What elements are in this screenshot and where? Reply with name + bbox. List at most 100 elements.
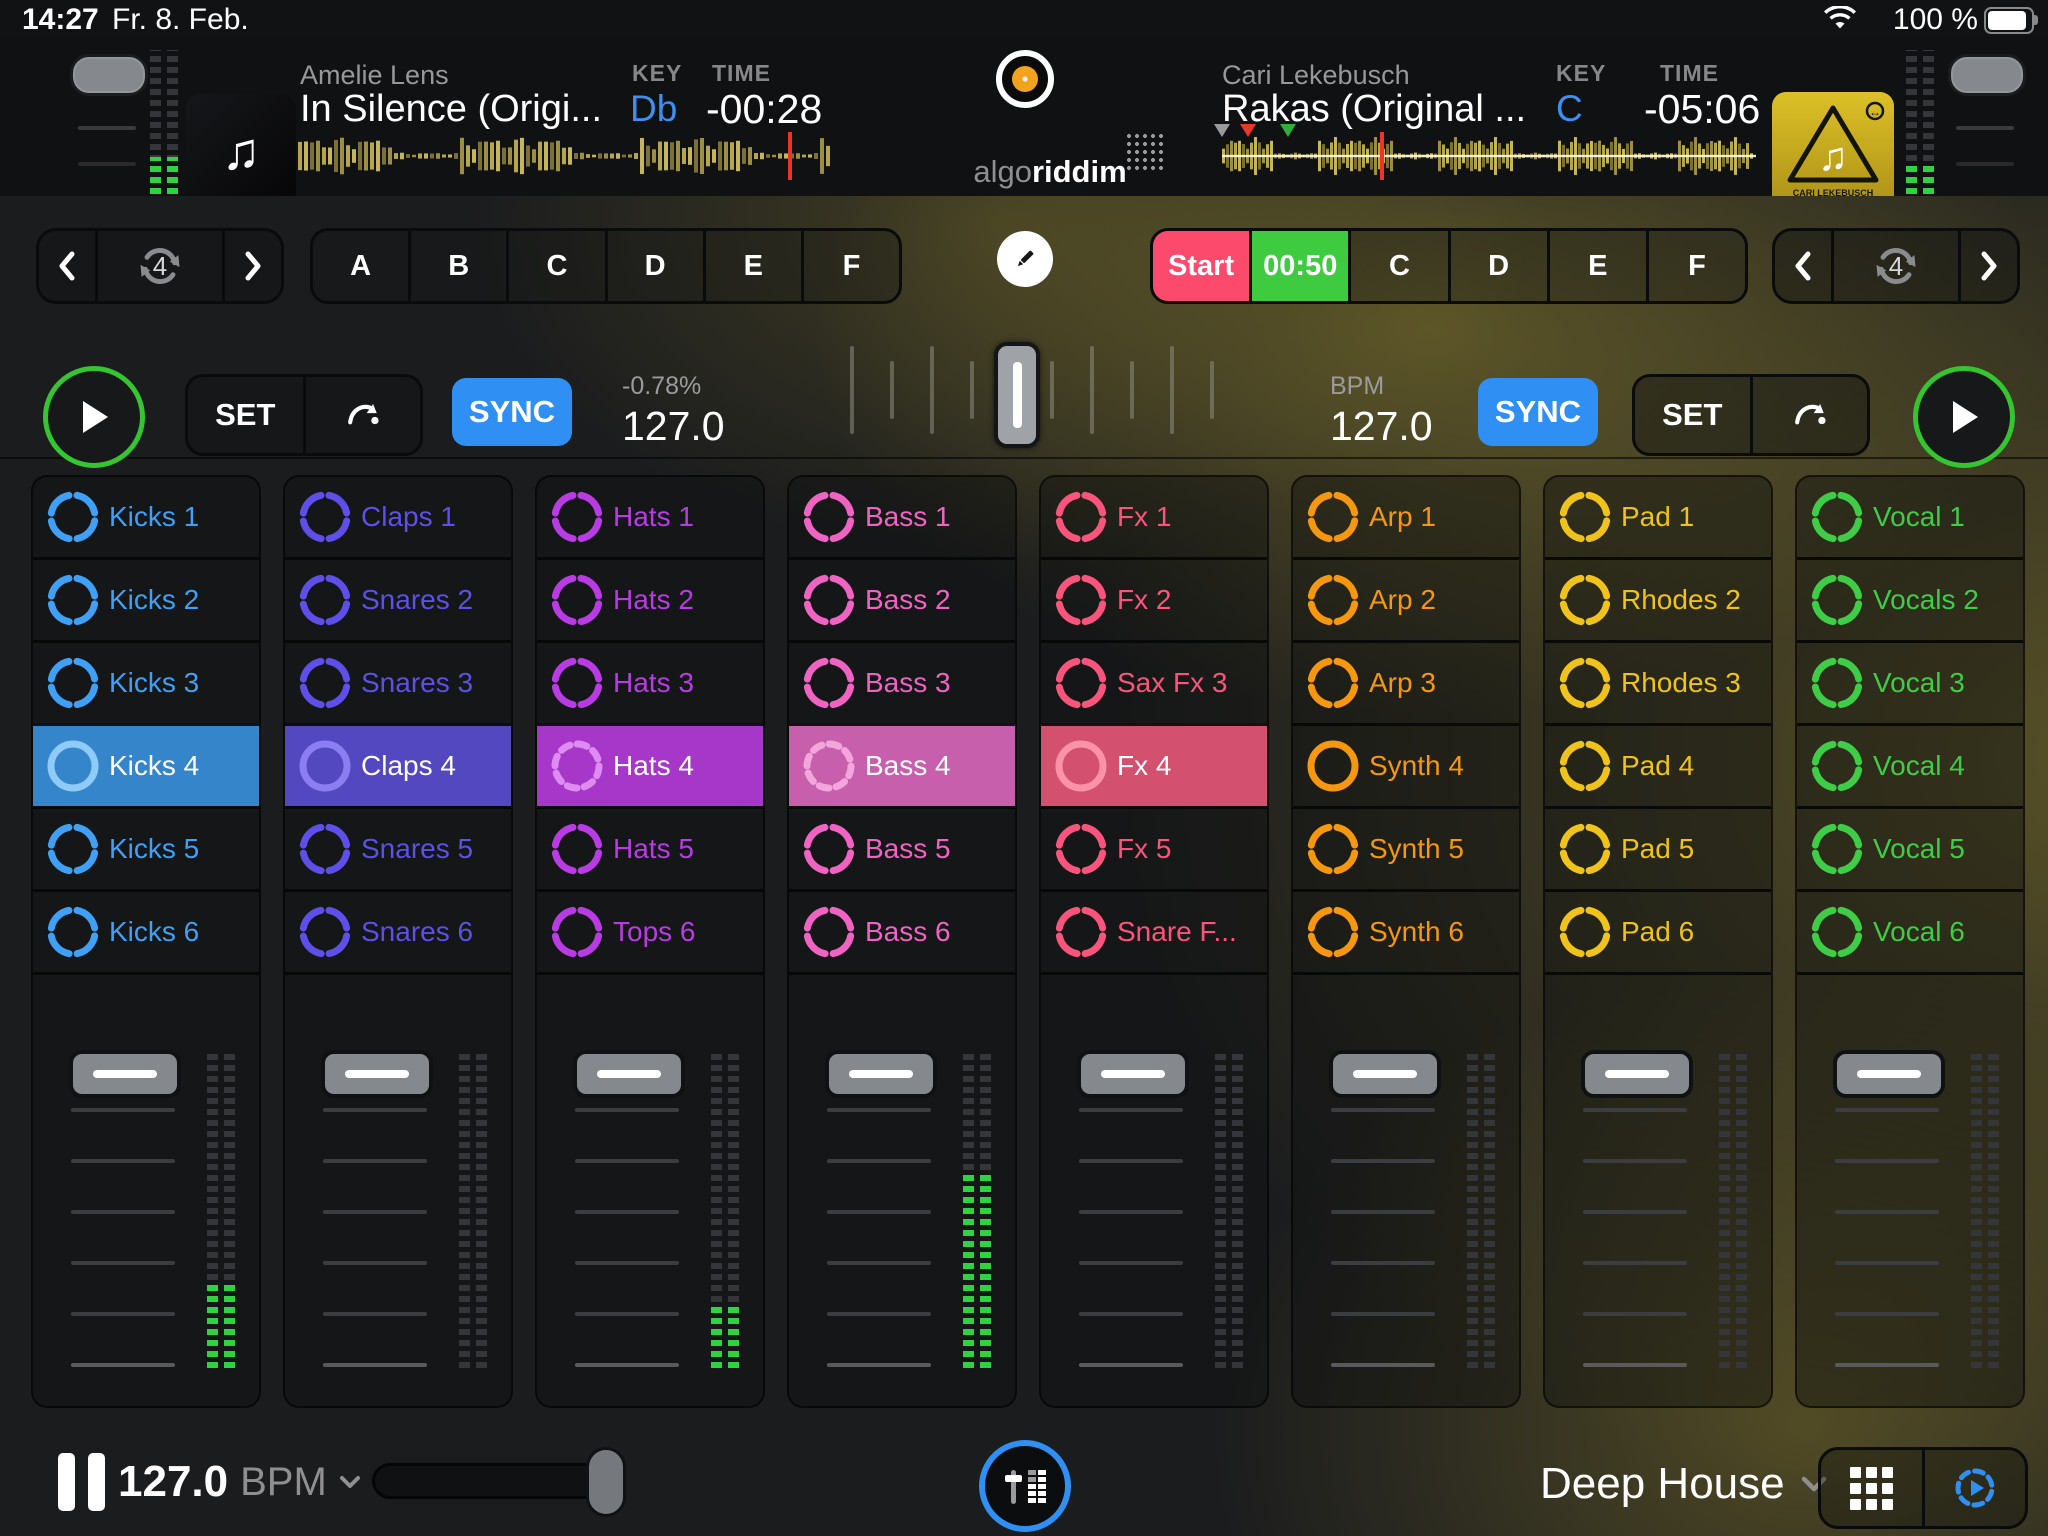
pad-vocal-5[interactable]: Vocal 5	[1797, 806, 2023, 889]
pad-tops-6[interactable]: Tops 6	[537, 889, 763, 972]
loop-halve-button[interactable]	[1775, 231, 1831, 301]
pad-fx-5[interactable]: Fx 5	[1041, 806, 1267, 889]
pause-button[interactable]	[58, 1453, 105, 1511]
column-volume-fader[interactable]	[573, 1050, 685, 1098]
pad-bass-2[interactable]: Bass 2	[789, 557, 1015, 640]
bank-button-c[interactable]: C	[506, 231, 604, 301]
vinyl-icon[interactable]	[994, 48, 1056, 110]
pad-vocal-4[interactable]: Vocal 4	[1797, 723, 2023, 806]
pad-kicks-4[interactable]: Kicks 4	[33, 723, 259, 806]
column-volume-fader[interactable]	[1329, 1050, 1441, 1098]
section-button-f[interactable]: F	[1646, 231, 1745, 301]
autoplay-button[interactable]	[1922, 1450, 2026, 1526]
mixer-toggle-button[interactable]	[979, 1440, 1071, 1532]
pad-view-button[interactable]	[1821, 1450, 1922, 1526]
pad-synth-6[interactable]: Synth 6	[1293, 889, 1519, 972]
bank-button-a[interactable]: A	[313, 231, 408, 301]
left-play-button[interactable]	[43, 366, 145, 468]
pad-claps-4[interactable]: Claps 4	[285, 723, 511, 806]
pad-snares-5[interactable]: Snares 5	[285, 806, 511, 889]
pad-rhodes-2[interactable]: Rhodes 2	[1545, 557, 1771, 640]
column-volume-fader[interactable]	[321, 1050, 433, 1098]
bank-button-b[interactable]: B	[408, 231, 506, 301]
loop-double-button[interactable]	[1958, 231, 2017, 301]
pad-bass-3[interactable]: Bass 3	[789, 640, 1015, 723]
section-button-00-50[interactable]: 00:50	[1249, 231, 1348, 301]
pad-rhodes-3[interactable]: Rhodes 3	[1545, 640, 1771, 723]
column-volume-fader[interactable]	[69, 1050, 181, 1098]
pad-snares-6[interactable]: Snares 6	[285, 889, 511, 972]
pad-vocal-1[interactable]: Vocal 1	[1797, 477, 2023, 557]
pad-pad-1[interactable]: Pad 1	[1545, 477, 1771, 557]
column-volume-fader[interactable]	[1077, 1050, 1189, 1098]
pad-label: Snares 5	[361, 833, 473, 865]
cue-jump-button[interactable]	[1750, 377, 1868, 453]
right-waveform[interactable]	[1222, 136, 1756, 176]
right-sync-button[interactable]: SYNC	[1478, 378, 1598, 446]
pad-kicks-1[interactable]: Kicks 1	[33, 477, 259, 557]
pad-hats-4[interactable]: Hats 4	[537, 723, 763, 806]
pad-snares-3[interactable]: Snares 3	[285, 640, 511, 723]
section-button-c[interactable]: C	[1348, 231, 1447, 301]
pad-fx-2[interactable]: Fx 2	[1041, 557, 1267, 640]
pad-snares-2[interactable]: Snares 2	[285, 557, 511, 640]
bank-button-f[interactable]: F	[801, 231, 899, 301]
column-volume-fader[interactable]	[1581, 1050, 1693, 1098]
edit-button[interactable]	[997, 231, 1053, 287]
pad-pad-4[interactable]: Pad 4	[1545, 723, 1771, 806]
section-button-e[interactable]: E	[1547, 231, 1646, 301]
fader-tick	[827, 1159, 931, 1163]
cue-jump-button[interactable]	[303, 377, 421, 453]
pad-bass-4[interactable]: Bass 4	[789, 723, 1015, 806]
pad-hats-3[interactable]: Hats 3	[537, 640, 763, 723]
genre-selector[interactable]: Deep House	[1540, 1459, 1827, 1509]
pad-synth-5[interactable]: Synth 5	[1293, 806, 1519, 889]
pad-pad-6[interactable]: Pad 6	[1545, 889, 1771, 972]
pad-kicks-2[interactable]: Kicks 2	[33, 557, 259, 640]
pad-kicks-5[interactable]: Kicks 5	[33, 806, 259, 889]
left-channel-fader[interactable]	[70, 54, 148, 96]
right-channel-fader[interactable]	[1948, 54, 2026, 96]
pad-arp-2[interactable]: Arp 2	[1293, 557, 1519, 640]
pad-bass-1[interactable]: Bass 1	[789, 477, 1015, 557]
pad-snare-f-[interactable]: Snare F...	[1041, 889, 1267, 972]
pad-arp-3[interactable]: Arp 3	[1293, 640, 1519, 723]
pad-sax-fx-3[interactable]: Sax Fx 3	[1041, 640, 1267, 723]
column-volume-fader[interactable]	[825, 1050, 937, 1098]
master-volume-slider[interactable]	[372, 1463, 620, 1499]
pad-hats-1[interactable]: Hats 1	[537, 477, 763, 557]
loop-length-button[interactable]: 4	[1831, 231, 1958, 301]
pad-kicks-6[interactable]: Kicks 6	[33, 889, 259, 972]
pitch-slider-handle[interactable]	[994, 342, 1040, 448]
pad-synth-4[interactable]: Synth 4	[1293, 723, 1519, 806]
pad-kicks-3[interactable]: Kicks 3	[33, 640, 259, 723]
section-button-d[interactable]: D	[1448, 231, 1547, 301]
loop-length-button[interactable]: 4	[95, 231, 222, 301]
loop-double-button[interactable]	[222, 231, 281, 301]
pad-hats-5[interactable]: Hats 5	[537, 806, 763, 889]
right-play-button[interactable]	[1913, 366, 2015, 468]
pad-fx-1[interactable]: Fx 1	[1041, 477, 1267, 557]
master-bpm-control[interactable]: 127.0 BPM	[118, 1457, 361, 1507]
section-button-start[interactable]: Start	[1153, 231, 1249, 301]
pad-label: Fx 2	[1117, 584, 1171, 616]
bank-button-e[interactable]: E	[703, 231, 801, 301]
left-sync-button[interactable]: SYNC	[452, 378, 572, 446]
pad-pad-5[interactable]: Pad 5	[1545, 806, 1771, 889]
bank-button-d[interactable]: D	[605, 231, 703, 301]
pad-fx-4[interactable]: Fx 4	[1041, 723, 1267, 806]
pad-claps-1[interactable]: Claps 1	[285, 477, 511, 557]
pad-bass-6[interactable]: Bass 6	[789, 889, 1015, 972]
set-cue-button[interactable]: SET	[1635, 377, 1750, 453]
pad-hats-2[interactable]: Hats 2	[537, 557, 763, 640]
loop-halve-button[interactable]	[39, 231, 95, 301]
pad-vocal-6[interactable]: Vocal 6	[1797, 889, 2023, 972]
set-cue-button[interactable]: SET	[188, 377, 303, 453]
pad-arp-1[interactable]: Arp 1	[1293, 477, 1519, 557]
left-waveform[interactable]	[298, 136, 832, 176]
master-volume-handle[interactable]	[586, 1447, 626, 1517]
pad-bass-5[interactable]: Bass 5	[789, 806, 1015, 889]
pad-vocal-3[interactable]: Vocal 3	[1797, 640, 2023, 723]
column-volume-fader[interactable]	[1833, 1050, 1945, 1098]
pad-vocals-2[interactable]: Vocals 2	[1797, 557, 2023, 640]
